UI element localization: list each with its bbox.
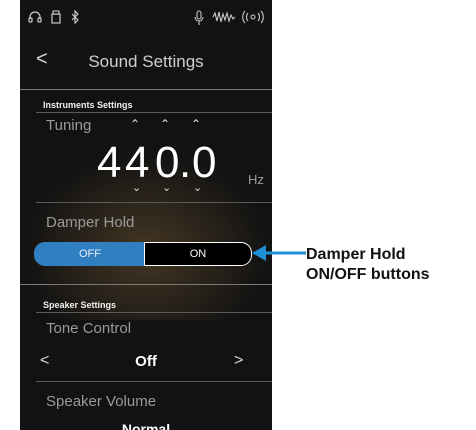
header-divider	[20, 89, 272, 90]
tuning-unit: Hz	[248, 172, 264, 187]
wireless-icon	[242, 10, 264, 27]
damper-hold-off-label: OFF	[79, 248, 101, 260]
tuning-up-arrow-2[interactable]: ⌃	[160, 117, 170, 131]
divider	[20, 284, 272, 285]
callout-text: Damper Hold ON/OFF buttons	[306, 245, 430, 285]
callout-arrow-icon	[252, 245, 306, 261]
tuning-up-arrow-1[interactable]: ⌃	[130, 117, 140, 131]
usb-stick-icon	[50, 10, 62, 27]
divider	[36, 381, 272, 382]
divider	[36, 112, 272, 113]
bluetooth-icon	[70, 9, 80, 27]
tuning-label: Tuning	[46, 117, 92, 134]
tuning-down-arrow-3[interactable]: ⌄	[193, 181, 202, 194]
piano-settings-screen: < Sound Settings Instruments Settings Tu…	[20, 0, 272, 430]
section-heading-speaker: Speaker Settings	[43, 300, 117, 310]
damper-hold-on-label: ON	[189, 248, 207, 260]
audio-wave-icon	[212, 10, 236, 27]
damper-hold-off-button[interactable]: OFF	[34, 242, 146, 266]
section-heading-instruments: Instruments Settings	[43, 100, 133, 110]
divider	[36, 202, 272, 203]
speaker-volume-value: Normal	[121, 421, 171, 430]
header: < Sound Settings	[20, 38, 272, 88]
status-bar	[20, 0, 272, 38]
callout-line-1: Damper Hold	[306, 246, 406, 263]
divider	[36, 312, 272, 313]
tone-control-label: Tone Control	[46, 320, 132, 337]
tuning-decimal-point: .	[179, 138, 192, 187]
tuning-up-arrow-3[interactable]: ⌃	[191, 117, 201, 131]
callout-line-2: ON/OFF buttons	[306, 266, 430, 283]
chevron-right-icon[interactable]: >	[234, 352, 243, 370]
damper-hold-label: Damper Hold	[46, 214, 135, 231]
damper-hold-on-button[interactable]: ON	[144, 242, 252, 266]
page-title: Sound Settings	[88, 52, 204, 71]
tuning-digit-hundreds: 4	[97, 138, 122, 187]
speaker-volume-label: Speaker Volume	[46, 393, 157, 410]
headphones-icon	[28, 10, 42, 27]
microphone-icon	[194, 10, 204, 29]
tuning-down-arrow-1[interactable]: ⌄	[132, 181, 141, 194]
tuning-down-arrow-2[interactable]: ⌄	[162, 181, 171, 194]
